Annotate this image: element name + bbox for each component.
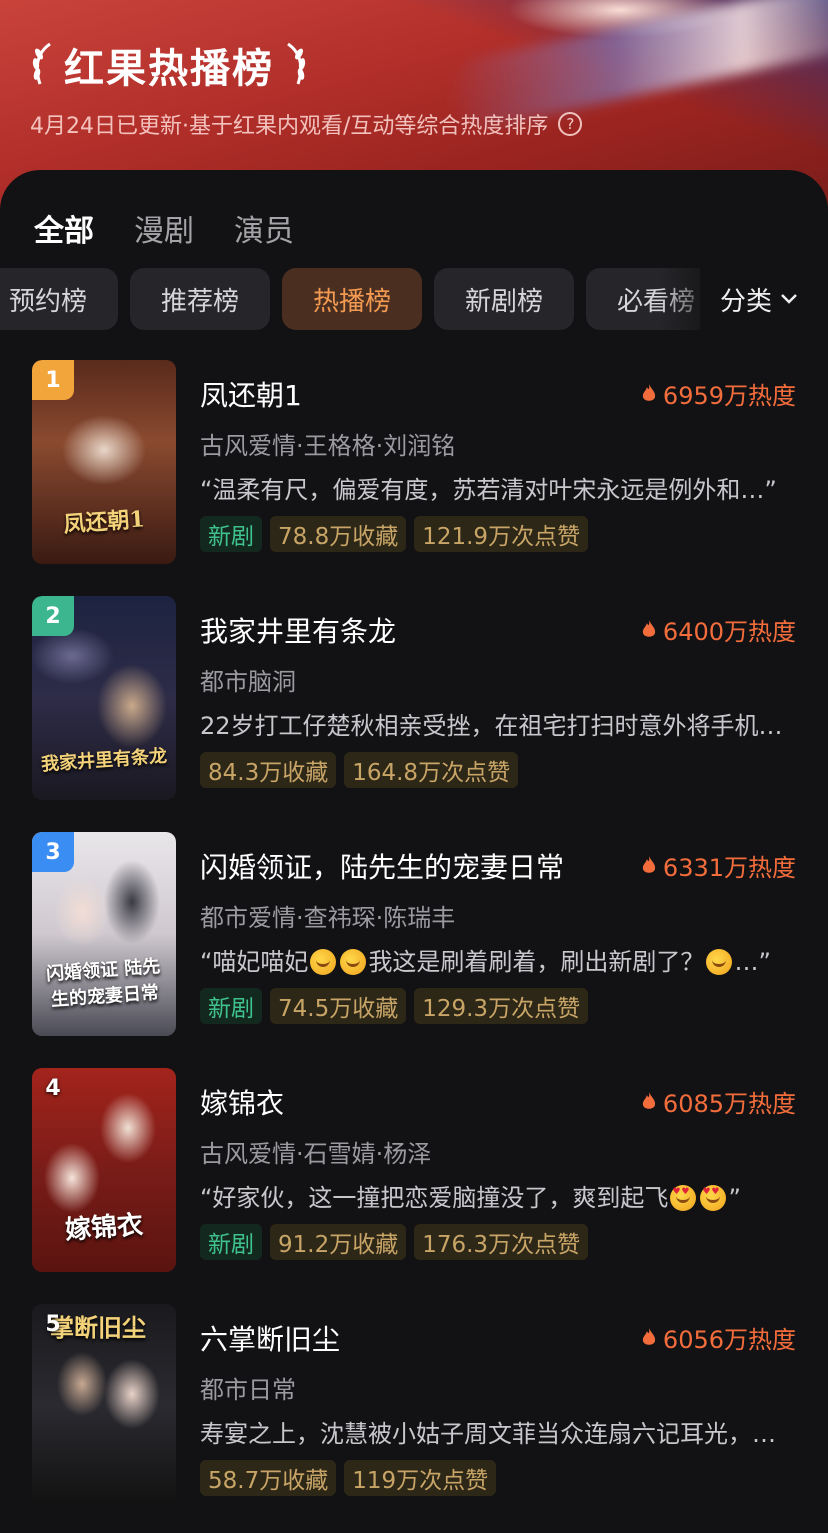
likes-count: 119万次点赞 [344,1460,497,1496]
review-quote: “好家伙，这一撞把恋爱脑撞没了，爽到起飞 ” [200,1178,800,1213]
rank-badge: 5 [45,1311,61,1337]
ranking-type-chips: 预约榜 推荐榜 热播榜 新剧榜 必看榜 分类 [0,268,828,330]
rank-badge: 3 [32,832,74,872]
ranking-title: 红果热播榜 [30,38,308,92]
heat-text: 6056万热度 [662,1326,796,1354]
rank-badge: 2 [32,596,74,636]
new-badge: 新剧 [200,988,262,1024]
drama-title[interactable]: 闪婚领证，陆先生的宠妻日常 [200,846,564,886]
laugh-emoji-icon [706,949,733,975]
poster-image[interactable]: 闪婚领证 陆先生的宠妻日常 3 [32,832,176,1036]
smile-emoji-icon [310,949,337,975]
category-dropdown[interactable]: 分类 [700,268,828,330]
genre-cast: 都市脑洞 [200,668,296,696]
tag-row: 新剧 74.5万收藏 129.3万次点赞 [200,988,589,1024]
genre-cast: 都市日常 [200,1376,296,1404]
favorites-count: 78.8万收藏 [270,516,407,552]
quote-part: 我这是刷着刷着，刷出新剧了？ [368,948,705,976]
heat-value: 6085万热度 [641,1084,796,1119]
list-item[interactable]: 掌断旧尘 5 六掌断旧尘 6056万热度 都市日常 寿宴之上，沈慧被小姑子周文菲… [0,1304,828,1510]
heat-value: 6331万热度 [641,848,796,883]
rank-badge: 1 [32,360,74,400]
update-text: 4月24日已更新·基于红果内观看/互动等综合热度排序 [30,114,549,139]
chip-label: 预约榜 [8,286,87,317]
tag-row: 新剧 78.8万收藏 121.9万次点赞 [200,516,589,552]
review-quote: “喵妃喵妃 我这是刷着刷着，刷出新剧了？ …” [200,942,800,977]
heat-text: 6331万热度 [662,854,796,882]
tag-row: 58.7万收藏 119万次点赞 [200,1460,497,1496]
heat-value: 6400万热度 [641,612,796,647]
tab-all[interactable]: 全部 [34,206,94,250]
chip-label: 新剧榜 [464,286,543,317]
heat-value: 6959万热度 [641,376,796,411]
quote-part: …” [734,948,771,976]
favorites-count: 91.2万收藏 [270,1224,407,1260]
genre-cast: 古风爱情·石雪婧·杨泽 [200,1140,432,1168]
chip-label: 推荐榜 [160,286,239,317]
heat-value: 6056万热度 [641,1320,796,1355]
chevron-down-icon [781,294,797,304]
drama-title[interactable]: 我家井里有条龙 [200,610,396,650]
list-item[interactable]: 嫁锦衣 4 嫁锦衣 6085万热度 古风爱情·石雪婧·杨泽 “好家伙，这一撞把恋… [0,1068,828,1274]
drama-title[interactable]: 凤还朝1 [200,374,302,414]
smile-emoji-icon [340,949,367,975]
poster-image[interactable]: 我家井里有条龙 2 [32,596,176,800]
flame-icon [642,1091,656,1109]
ranking-panel: 全部 漫剧 演员 预约榜 推荐榜 热播榜 新剧榜 必看榜 分类 凤还朝1 1 凤… [0,170,828,1533]
flame-icon [642,619,656,637]
laurel-left-icon [30,40,56,90]
poster-image[interactable]: 凤还朝1 1 [32,360,176,564]
chip-recommend[interactable]: 推荐榜 [130,268,270,330]
quote-part: ” [728,1184,741,1212]
genre-cast: 都市爱情·查祎琛·陈瑞丰 [200,904,456,932]
heat-text: 6959万热度 [662,382,796,410]
heart-eyes-emoji-icon [700,1185,727,1211]
heat-text: 6085万热度 [662,1090,796,1118]
category-label: 分类 [720,286,773,317]
poster-title: 闪婚领证 陆先生的宠妻日常 [45,956,161,1011]
page-title: 红果热播榜 [64,46,274,92]
poster-image[interactable]: 嫁锦衣 4 [32,1068,176,1272]
heart-eyes-emoji-icon [670,1185,697,1211]
laurel-right-icon [282,40,308,90]
heat-text: 6400万热度 [662,618,796,646]
likes-count: 121.9万次点赞 [414,516,589,552]
tag-row: 新剧 91.2万收藏 176.3万次点赞 [200,1224,589,1260]
content-tabs: 全部 漫剧 演员 [34,206,294,250]
flame-icon [642,1327,656,1345]
list-item[interactable]: 我家井里有条龙 2 我家井里有条龙 6400万热度 都市脑洞 22岁打工仔楚秋相… [0,596,828,802]
new-badge: 新剧 [200,516,262,552]
likes-count: 176.3万次点赞 [414,1224,589,1260]
quote-part: “好家伙，这一撞把恋爱脑撞没了，爽到起飞 [200,1184,669,1212]
tag-row: 84.3万收藏 164.8万次点赞 [200,752,519,788]
chip-new[interactable]: 新剧榜 [434,268,574,330]
review-quote: “温柔有尺，偏爱有度，苏若清对叶宋永远是例外和…” [200,476,777,504]
rank-badge: 4 [45,1075,61,1101]
list-item[interactable]: 凤还朝1 1 凤还朝1 6959万热度 古风爱情·王格格·刘润铭 “温柔有尺，偏… [0,360,828,566]
favorites-count: 74.5万收藏 [270,988,407,1024]
favorites-count: 84.3万收藏 [200,752,337,788]
tab-comics[interactable]: 漫剧 [134,206,194,250]
flame-icon [642,855,656,873]
likes-count: 129.3万次点赞 [414,988,589,1024]
help-icon[interactable]: ? [558,112,583,136]
chip-label: 热播榜 [312,286,391,317]
tab-actors[interactable]: 演员 [234,206,294,250]
drama-title[interactable]: 六掌断旧尘 [200,1318,340,1358]
drama-title[interactable]: 嫁锦衣 [200,1082,284,1122]
list-item[interactable]: 闪婚领证 陆先生的宠妻日常 3 闪婚领证，陆先生的宠妻日常 6331万热度 都市… [0,832,828,1038]
flame-icon [642,383,656,401]
review-quote: 22岁打工仔楚秋相亲受挫，在祖宅打扫时意外将手机… [200,712,783,740]
quote-part: “喵妃喵妃 [200,948,309,976]
review-quote: 寿宴之上，沈慧被小姑子周文菲当众连扇六记耳光，… [200,1420,776,1448]
update-info: 4月24日已更新·基于红果内观看/互动等综合热度排序 ? [30,108,583,140]
favorites-count: 58.7万收藏 [200,1460,337,1496]
likes-count: 164.8万次点赞 [344,752,519,788]
chip-hot[interactable]: 热播榜 [282,268,422,330]
new-badge: 新剧 [200,1224,262,1260]
genre-cast: 古风爱情·王格格·刘润铭 [200,432,456,460]
poster-image[interactable]: 掌断旧尘 5 [32,1304,176,1508]
chip-reservation[interactable]: 预约榜 [0,268,118,330]
